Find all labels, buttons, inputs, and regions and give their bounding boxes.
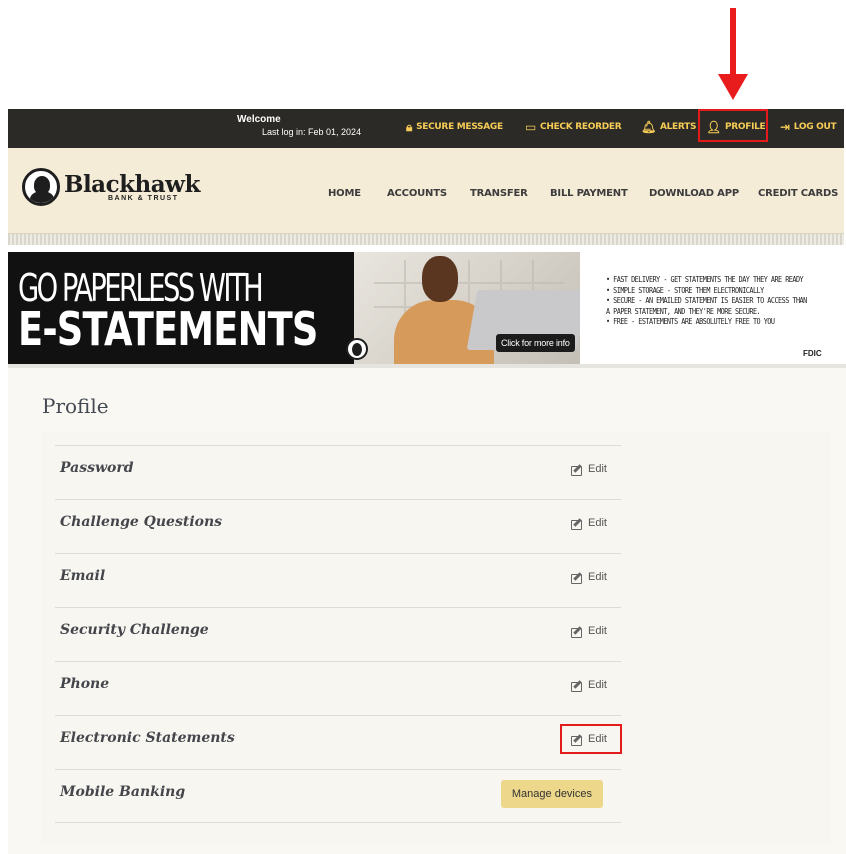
- arrow-shaft: [730, 8, 736, 78]
- profile-row-email: Email Edit: [55, 553, 621, 607]
- nav-bill-payment[interactable]: BILL PAYMENT: [550, 188, 628, 199]
- logout-label: LOG OUT: [793, 122, 837, 132]
- alerts-link[interactable]: 🔔︎ ALERTS: [641, 121, 696, 133]
- edit-icon: [571, 626, 584, 638]
- arrow-head: [718, 74, 748, 100]
- banner-benefit: • SECURE - AN EMAILED STATEMENT IS EASIE…: [606, 296, 807, 305]
- row-label: Security Challenge: [60, 622, 209, 638]
- fdic-logo: FDIC: [803, 349, 822, 358]
- last-login-text: Last log in: Feb 01, 2024: [262, 127, 362, 137]
- edit-icon: [571, 464, 584, 476]
- row-label: Mobile Banking: [60, 784, 186, 800]
- annotation-arrow: [718, 8, 748, 100]
- edit-label: Edit: [588, 679, 607, 691]
- check-icon: ▭: [525, 120, 537, 134]
- brand-logo[interactable]: Blackhawk BANK & TRUST: [22, 168, 200, 206]
- logout-icon: ⇥: [780, 120, 790, 134]
- edit-challenge-questions-button[interactable]: Edit: [571, 517, 607, 530]
- alerts-label: ALERTS: [659, 122, 697, 132]
- edit-icon: [571, 680, 584, 692]
- secure-message-link[interactable]: 🔒︎ SECURE MESSAGE: [406, 121, 503, 133]
- main-header: Blackhawk BANK & TRUST HOME ACCOUNTS TRA…: [8, 148, 844, 244]
- bell-icon: 🔔︎: [641, 120, 656, 134]
- edit-icon: [571, 518, 584, 530]
- banner-headline-line2: E-STATEMENTS: [18, 302, 318, 356]
- logo-text: Blackhawk BANK & TRUST: [64, 170, 200, 202]
- check-reorder-link[interactable]: ▭ CHECK REORDER: [525, 120, 622, 134]
- row-label: Electronic Statements: [60, 730, 235, 746]
- edit-label: Edit: [588, 625, 607, 637]
- nav-transfer[interactable]: TRANSFER: [470, 188, 528, 199]
- profile-row-phone: Phone Edit: [55, 661, 621, 715]
- header-divider: [8, 233, 844, 245]
- profile-row-electronic-statements: Electronic Statements Edit: [55, 715, 621, 769]
- nav-home[interactable]: HOME: [328, 188, 361, 199]
- edit-label: Edit: [588, 571, 607, 583]
- profile-row-challenge-questions: Challenge Questions Edit: [55, 499, 621, 553]
- logo-mark-icon: [22, 168, 60, 206]
- banner-headline-panel: GO PAPERLESS WITH E-STATEMENTS: [8, 252, 354, 364]
- row-label: Password: [60, 460, 134, 476]
- photo-person-head: [422, 256, 458, 302]
- row-label: Phone: [60, 676, 110, 692]
- edit-highlight-box: [560, 724, 622, 754]
- profile-highlight-box: [698, 109, 768, 142]
- banner-photo: Click for more info: [354, 252, 580, 364]
- nav-credit-cards[interactable]: CREDIT CARDS: [758, 188, 838, 199]
- top-utility-bar: Welcome Last log in: Feb 01, 2024 🔒︎ SEC…: [8, 109, 844, 148]
- edit-phone-button[interactable]: Edit: [571, 679, 607, 692]
- banner-benefits-list: • FAST DELIVERY - GET STATEMENTS THE DAY…: [606, 275, 842, 328]
- check-reorder-label: CHECK REORDER: [540, 122, 622, 132]
- profile-row-security-challenge: Security Challenge Edit: [55, 607, 621, 661]
- welcome-text: Welcome: [237, 114, 281, 125]
- banner-benefit: • FAST DELIVERY - GET STATEMENTS THE DAY…: [606, 275, 804, 284]
- row-label: Challenge Questions: [60, 514, 223, 530]
- edit-password-button[interactable]: Edit: [571, 463, 607, 476]
- profile-row-mobile-banking: Mobile Banking Manage devices: [55, 769, 621, 823]
- banner-benefit: A PAPER STATEMENT, AND THEY'RE MORE SECU…: [606, 306, 761, 316]
- banner-logo-icon: [346, 338, 368, 360]
- manage-devices-button[interactable]: Manage devices: [500, 780, 603, 808]
- lock-icon: 🔒︎: [406, 120, 413, 134]
- edit-email-button[interactable]: Edit: [571, 571, 607, 584]
- edit-security-challenge-button[interactable]: Edit: [571, 625, 607, 638]
- nav-download-app[interactable]: DOWNLOAD APP: [649, 188, 739, 199]
- row-label: Email: [60, 568, 106, 584]
- edit-label: Edit: [588, 463, 607, 475]
- edit-icon: [571, 572, 584, 584]
- edit-label: Edit: [588, 517, 607, 529]
- banner-benefit: • SIMPLE STORAGE - STORE THEM ELECTRONIC…: [606, 285, 764, 295]
- click-for-info-button[interactable]: Click for more info: [496, 334, 575, 352]
- secure-message-label: SECURE MESSAGE: [416, 122, 503, 132]
- profile-row-password: Password Edit: [55, 445, 621, 499]
- brand-name: Blackhawk: [64, 170, 200, 198]
- nav-accounts[interactable]: ACCOUNTS: [387, 188, 447, 199]
- page-title: Profile: [42, 394, 109, 418]
- logout-link[interactable]: ⇥ LOG OUT: [780, 120, 837, 134]
- welcome-block: Welcome Last log in: Feb 01, 2024: [237, 114, 361, 137]
- estatements-banner[interactable]: GO PAPERLESS WITH E-STATEMENTS Click for…: [8, 252, 844, 364]
- banner-benefit: • FREE - ESTATEMENTS ARE ABSOLUTELY FREE…: [606, 317, 775, 326]
